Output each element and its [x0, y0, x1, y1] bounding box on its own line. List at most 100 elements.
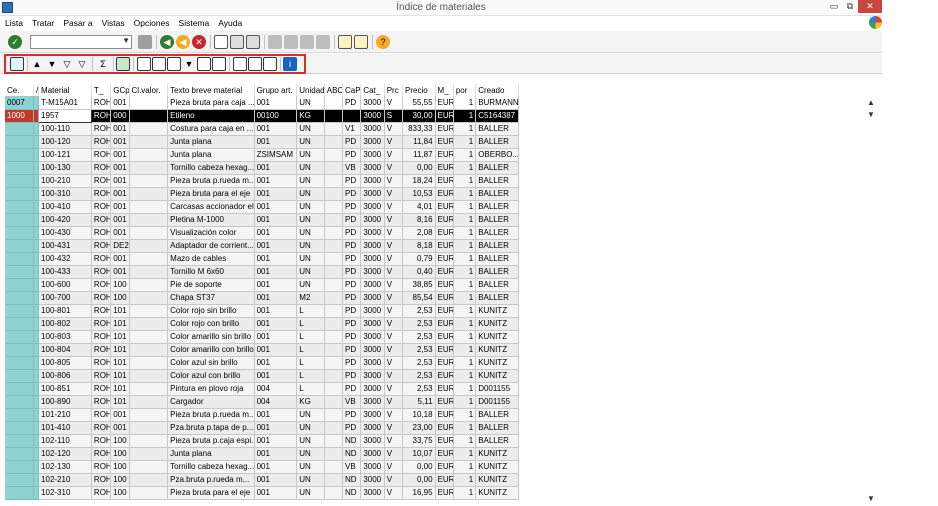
table-cell[interactable]: 1	[453, 96, 477, 110]
table-row[interactable]: 100-431 ROH DE2 Adaptador de corrient... 001…	[5, 239, 519, 253]
table-cell[interactable]: 001	[254, 291, 298, 305]
table-cell[interactable]	[324, 135, 344, 149]
table-cell[interactable]: EUR	[435, 161, 454, 175]
table-cell[interactable]	[129, 330, 169, 344]
table-cell[interactable]: V	[384, 395, 404, 409]
table-cell[interactable]: ROH	[91, 226, 112, 240]
table-cell[interactable]: EUR	[435, 174, 454, 188]
table-cell[interactable]	[129, 447, 169, 461]
table-cell[interactable]: ROH	[91, 148, 112, 162]
table-cell[interactable]: V1	[342, 122, 362, 136]
table-cell[interactable]: EUR	[435, 278, 454, 292]
table-row[interactable]: 102-120 ROH 100 Junta plana 001 UN ND 3000 V 10,0…	[5, 447, 519, 461]
column-header[interactable]: Material	[38, 84, 92, 96]
table-cell[interactable]: 101	[110, 330, 130, 344]
table-cell[interactable]: 38,85	[402, 278, 436, 292]
table-cell[interactable]: ROH	[91, 447, 112, 461]
table-cell[interactable]: UN	[296, 226, 325, 240]
table-cell[interactable]: 001	[254, 200, 298, 214]
shortcut-icon[interactable]	[354, 35, 368, 49]
table-cell[interactable]	[129, 291, 169, 305]
column-header[interactable]: Prc	[384, 84, 404, 96]
table-cell[interactable]: 100-851	[38, 382, 92, 396]
table-cell[interactable]: 8,18	[402, 239, 436, 253]
table-cell[interactable]	[129, 317, 169, 331]
table-cell[interactable]: 100-310	[38, 187, 92, 201]
table-cell[interactable]: 100	[110, 473, 130, 487]
table-cell[interactable]: V	[384, 96, 404, 110]
table-cell[interactable]: 1	[453, 343, 477, 357]
table-cell[interactable]	[129, 122, 169, 136]
table-cell[interactable]: 001	[254, 265, 298, 279]
table-row[interactable]: 100-803 ROH 101 Color amarillo sin brillo 00…	[5, 330, 519, 344]
find-next-icon[interactable]	[246, 35, 260, 49]
table-cell[interactable]	[324, 382, 344, 396]
close-button[interactable]: ✕	[858, 0, 882, 13]
table-cell[interactable]: UN	[296, 161, 325, 175]
table-cell[interactable]: V	[384, 421, 404, 435]
table-row[interactable]: 102-310 ROH 100 Pieza bruta para el eje 001 U…	[5, 486, 519, 500]
table-cell[interactable]: 1	[453, 200, 477, 214]
table-cell[interactable]: UN	[296, 187, 325, 201]
table-cell[interactable]: Color rojo sin brillo	[167, 304, 255, 318]
table-cell[interactable]: ROH	[91, 278, 112, 292]
column-header[interactable]: CaP	[342, 84, 362, 96]
table-cell[interactable]	[324, 356, 344, 370]
table-cell[interactable]: L	[296, 369, 325, 383]
table-cell[interactable]: Tornillo cabeza hexag...	[167, 460, 255, 474]
table-row[interactable]: 100-806 ROH 101 Color azul con brillo 001 L PD…	[5, 369, 519, 383]
table-cell[interactable]: ND	[342, 486, 362, 500]
table-cell[interactable]: 1	[453, 421, 477, 435]
table-cell[interactable]: 3000	[360, 226, 385, 240]
table-cell[interactable]: 3000	[360, 473, 385, 487]
table-row[interactable]: 100-801 ROH 101 Color rojo sin brillo 001 L PD…	[5, 304, 519, 318]
table-cell[interactable]: 101	[110, 382, 130, 396]
table-cell[interactable]: KUNITZ	[475, 317, 519, 331]
minimize-button[interactable]: ▭	[826, 0, 842, 13]
cancel-icon[interactable]: ✕	[192, 35, 206, 49]
table-cell[interactable]: 1	[453, 460, 477, 474]
table-cell[interactable]	[129, 148, 169, 162]
table-cell[interactable]: 001	[254, 213, 298, 227]
table-cell[interactable]: ROH	[91, 200, 112, 214]
table-cell[interactable]: V	[384, 187, 404, 201]
column-header[interactable]: Cat_	[360, 84, 385, 96]
table-cell[interactable]: KG	[296, 395, 325, 409]
table-cell[interactable]	[129, 369, 169, 383]
table-cell[interactable]: PD	[342, 174, 362, 188]
table-cell[interactable]	[129, 226, 169, 240]
table-cell[interactable]: 001	[254, 252, 298, 266]
table-cell[interactable]: ROH	[91, 174, 112, 188]
table-cell[interactable]: PD	[342, 369, 362, 383]
table-cell[interactable]: 100-805	[38, 356, 92, 370]
table-row[interactable]: 100-120 ROH 001 Junta plana 001 UN PD 3000 V 11,8…	[5, 135, 519, 149]
table-cell[interactable]: 001	[254, 434, 298, 448]
table-cell[interactable]: EUR	[435, 239, 454, 253]
table-cell[interactable]: ZSIMSAM	[254, 148, 298, 162]
table-cell[interactable]	[324, 460, 344, 474]
table-cell[interactable]: 2,53	[402, 304, 436, 318]
table-cell[interactable]: 101	[110, 395, 130, 409]
table-cell[interactable]: UN	[296, 486, 325, 500]
table-cell[interactable]: ROH	[91, 317, 112, 331]
table-cell[interactable]: V	[384, 252, 404, 266]
table-cell[interactable]: 004	[254, 382, 298, 396]
table-cell[interactable]: Cargador	[167, 395, 255, 409]
table-cell[interactable]: UN	[296, 96, 325, 110]
table-cell[interactable]: 85,54	[402, 291, 436, 305]
table-cell[interactable]: BALLER	[475, 278, 519, 292]
table-cell[interactable]: 33,75	[402, 434, 436, 448]
table-cell[interactable]: KUNITZ	[475, 369, 519, 383]
table-cell[interactable]	[324, 434, 344, 448]
table-cell[interactable]: 3000	[360, 148, 385, 162]
table-cell[interactable]: PD	[342, 278, 362, 292]
table-cell[interactable]: 101	[110, 343, 130, 357]
table-cell[interactable]: EUR	[435, 135, 454, 149]
table-cell[interactable]: 001	[254, 226, 298, 240]
table-cell[interactable]	[5, 434, 34, 448]
table-cell[interactable]: BALLER	[475, 291, 519, 305]
table-cell[interactable]	[324, 187, 344, 201]
table-cell[interactable]	[5, 343, 34, 357]
table-cell[interactable]: Mazo de cables	[167, 252, 255, 266]
table-cell[interactable]: 001	[254, 317, 298, 331]
